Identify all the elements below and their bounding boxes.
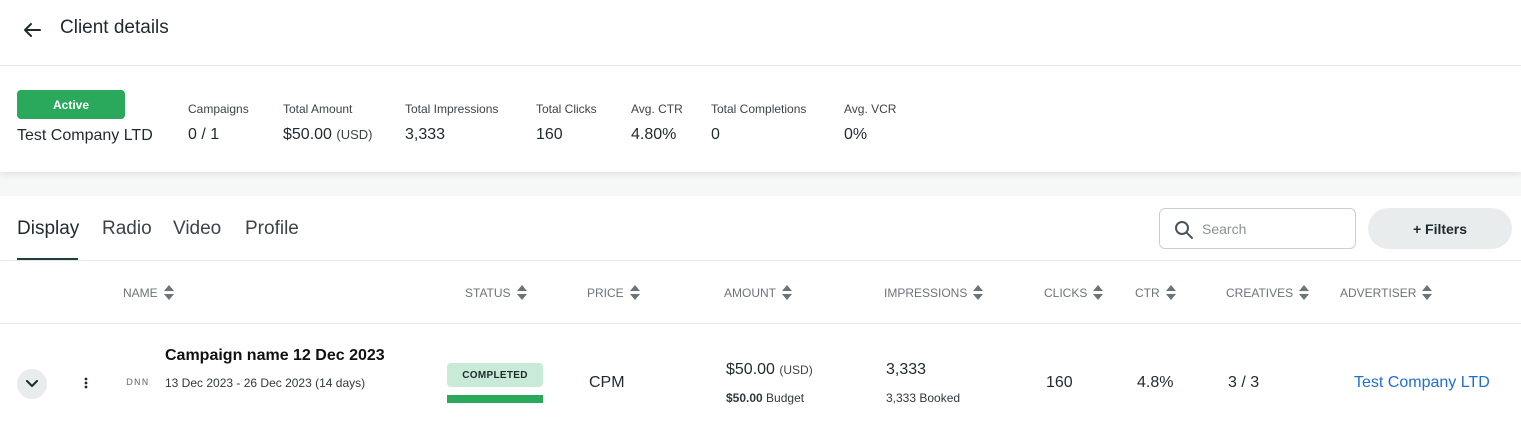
column-header-status[interactable]: STATUS [465,285,527,300]
expand-row-button[interactable] [17,369,47,399]
stat-total-completions: Total Completions 0 [711,102,806,144]
table-row: DNN Campaign name 12 Dec 2023 13 Dec 202… [0,324,1521,435]
impressions-cell: 3,333 [886,361,927,378]
top-bar: Client details [0,0,1521,66]
tab-radio[interactable]: Radio [102,218,152,240]
column-label: IMPRESSIONS [884,285,968,300]
clicks-cell: 160 [1046,374,1073,391]
tab-video[interactable]: Video [173,218,221,240]
column-label: CREATIVES [1226,285,1294,300]
sort-icon [629,285,640,300]
active-tab-indicator [17,258,78,260]
stat-label: Campaigns [188,102,249,116]
column-label: CTR [1135,285,1160,300]
sort-icon [782,285,792,300]
sort-icon [163,285,174,300]
stat-value: 160 [536,126,563,143]
tabs-toolbar: Display Radio Video Profile + Filters [0,196,1521,261]
column-header-impressions[interactable]: IMPRESSIONS [884,285,984,300]
sort-icon [1422,285,1433,300]
column-header-price[interactable]: PRICE [587,285,640,300]
column-label: CLICKS [1044,285,1088,300]
column-label: AMOUNT [724,285,776,300]
currency-label: (USD) [779,363,813,377]
stat-label: Total Amount [283,102,353,116]
currency-label: (USD) [336,127,373,142]
column-label: STATUS [465,285,511,300]
campaign-dates: 13 Dec 2023 - 26 Dec 2023 (14 days) [165,376,366,390]
price-cell: CPM [589,374,625,391]
stat-value: 3,333 [405,126,446,143]
stat-label: Avg. VCR [844,102,897,116]
client-name: Test Company LTD [17,127,153,144]
stat-value: $50.00 (USD) [283,126,373,144]
row-actions-menu[interactable] [80,373,92,393]
creatives-cell: 3 / 3 [1228,374,1260,391]
campaign-status-badge: COMPLETED [447,363,543,387]
search-icon [1175,221,1193,239]
stat-value: 0% [844,126,868,143]
stat-value: 0 / 1 [188,126,220,143]
sort-icon [1165,285,1176,300]
campaign-logo: DNN [126,378,150,388]
stat-label: Total Clicks [536,102,597,116]
section-divider [0,172,1521,196]
column-header-amount[interactable]: AMOUNT [724,285,792,300]
advertiser-link[interactable]: Test Company LTD [1354,374,1490,392]
stat-avg-vcr: Avg. VCR 0% [844,102,896,144]
stat-total-amount: Total Amount $50.00 (USD) [283,102,373,144]
budget-cell: $50.00 Budget [726,391,804,405]
stat-value: 0 [711,126,720,143]
column-header-clicks[interactable]: CLICKS [1044,285,1104,300]
stat-avg-ctr: Avg. CTR 4.80% [631,102,683,144]
filters-button[interactable]: + Filters [1368,208,1512,249]
amount-value: $50.00 [726,361,775,378]
sort-icon [1093,285,1104,300]
column-label: NAME [123,285,158,300]
column-header-creatives[interactable]: CREATIVES [1226,285,1310,300]
sort-icon [1299,285,1310,300]
stat-label: Avg. CTR [631,102,683,116]
stat-label: Total Completions [711,102,807,116]
client-summary-card: Active Test Company LTD Campaigns 0 / 1 … [0,66,1521,172]
search-input[interactable] [1202,217,1347,241]
campaign-name[interactable]: Campaign name 12 Dec 2023 [165,347,385,365]
amount-value: $50.00 [283,126,332,143]
kebab-menu-icon [84,377,88,389]
stat-total-clicks: Total Clicks 160 [536,102,597,144]
column-header-name[interactable]: NAME [123,285,174,300]
tab-profile[interactable]: Profile [245,218,299,240]
column-label: ADVERTISER [1340,285,1417,300]
column-header-ctr[interactable]: CTR [1135,285,1176,300]
table-header: NAME STATUS PRICE AMOUNT IMPRESSIONS CLI… [0,261,1521,324]
ctr-cell: 4.8% [1137,374,1174,391]
tab-display[interactable]: Display [17,218,79,240]
stat-label: Total Impressions [405,102,499,116]
sort-icon [516,285,527,300]
impressions-booked: 3,333 Booked [886,391,961,405]
stat-campaigns: Campaigns 0 / 1 [188,102,249,144]
client-status-badge: Active [17,90,125,119]
page-title: Client details [60,17,169,38]
budget-label: Budget [766,391,805,405]
search-box[interactable] [1159,208,1356,249]
chevron-down-icon [26,380,38,387]
stat-total-impressions: Total Impressions 3,333 [405,102,498,144]
sort-icon [973,285,984,300]
column-label: PRICE [587,285,624,300]
column-header-advertiser[interactable]: ADVERTISER [1340,285,1433,300]
budget-value: $50.00 [726,391,763,405]
status-progress-bar [447,395,543,403]
back-arrow-icon[interactable] [20,18,44,42]
amount-cell: $50.00 (USD) [726,361,813,379]
stat-value: 4.80% [631,126,677,143]
